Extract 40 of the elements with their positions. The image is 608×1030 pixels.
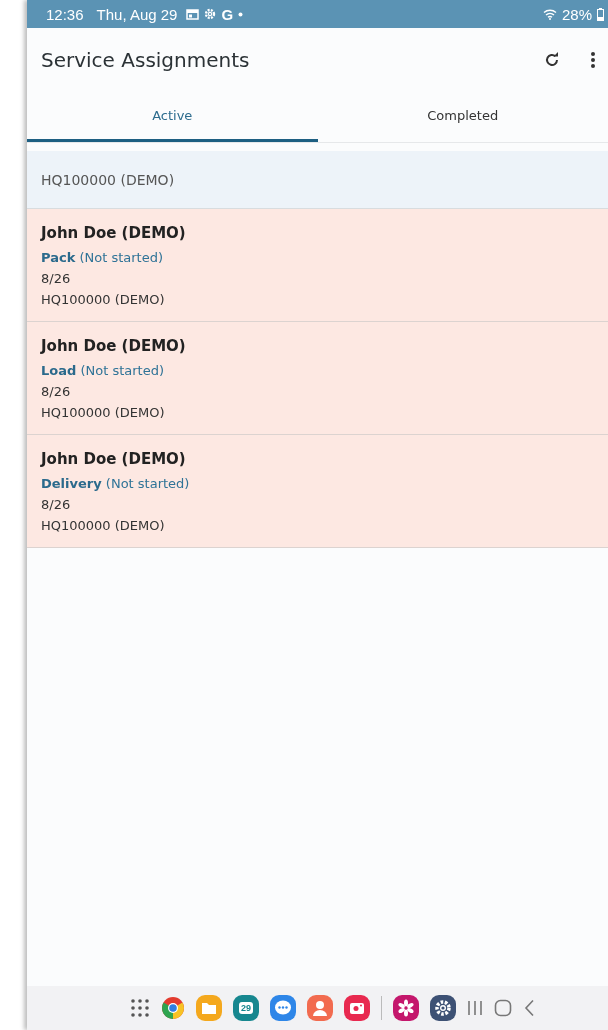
assignee-name: John Doe (DEMO) <box>41 337 187 355</box>
tab[interactable]: Active <box>27 92 318 142</box>
tab[interactable]: Completed <box>317 92 608 142</box>
calendar-app-icon[interactable]: 29 <box>233 995 259 1021</box>
battery-icon <box>597 7 604 21</box>
browser-icon[interactable] <box>161 996 185 1020</box>
assignment-location: HQ100000 (DEMO) <box>41 292 166 307</box>
assignee-name: John Doe (DEMO) <box>41 224 187 242</box>
notification-dot-icon <box>238 11 244 17</box>
assignment-location: HQ100000 (DEMO) <box>41 518 166 533</box>
assignment-card[interactable]: John Doe (DEMO) Delivery (Not started) 8/26 HQ100000 (DEMO) <box>27 435 608 548</box>
status-date: Thu, Aug 29 <box>96 5 178 23</box>
home-icon[interactable] <box>494 999 512 1017</box>
group-title: HQ100000 (DEMO) <box>41 171 175 188</box>
flower-icon[interactable] <box>393 995 419 1021</box>
settings-app-icon[interactable] <box>430 995 456 1021</box>
app-grid-icon[interactable] <box>130 998 150 1018</box>
task-status: Pack (Not started) <box>41 250 165 265</box>
assignment-date: 8/26 <box>41 497 72 512</box>
chat-bubble-icon[interactable] <box>270 995 296 1021</box>
page-title: Service Assignments <box>41 48 250 72</box>
task-status: Delivery (Not started) <box>41 476 191 491</box>
assignment-date: 8/26 <box>41 271 72 286</box>
calendar-icon <box>186 8 200 20</box>
wifi-icon <box>542 8 557 20</box>
camera-icon[interactable] <box>344 995 370 1021</box>
google-status-glyph: G <box>221 5 234 23</box>
assignment-location: HQ100000 (DEMO) <box>41 405 166 420</box>
status-time: 12:36 <box>46 5 84 23</box>
task-status: Load (Not started) <box>41 363 165 378</box>
assignment-card[interactable]: John Doe (DEMO) Pack (Not started) 8/26 HQ100000 (DEMO) <box>27 209 608 322</box>
back-icon[interactable] <box>523 999 535 1017</box>
contact-icon[interactable] <box>307 995 333 1021</box>
battery-percent: 28% <box>561 5 592 23</box>
more-options-icon[interactable] <box>590 50 596 70</box>
settings-icon <box>204 8 217 20</box>
recent-apps-icon[interactable] <box>467 999 483 1017</box>
assignee-name: John Doe (DEMO) <box>41 450 187 468</box>
assignment-date: 8/26 <box>41 384 72 399</box>
assignment-card[interactable]: John Doe (DEMO) Load (Not started) 8/26 HQ100000 (DEMO) <box>27 322 608 435</box>
